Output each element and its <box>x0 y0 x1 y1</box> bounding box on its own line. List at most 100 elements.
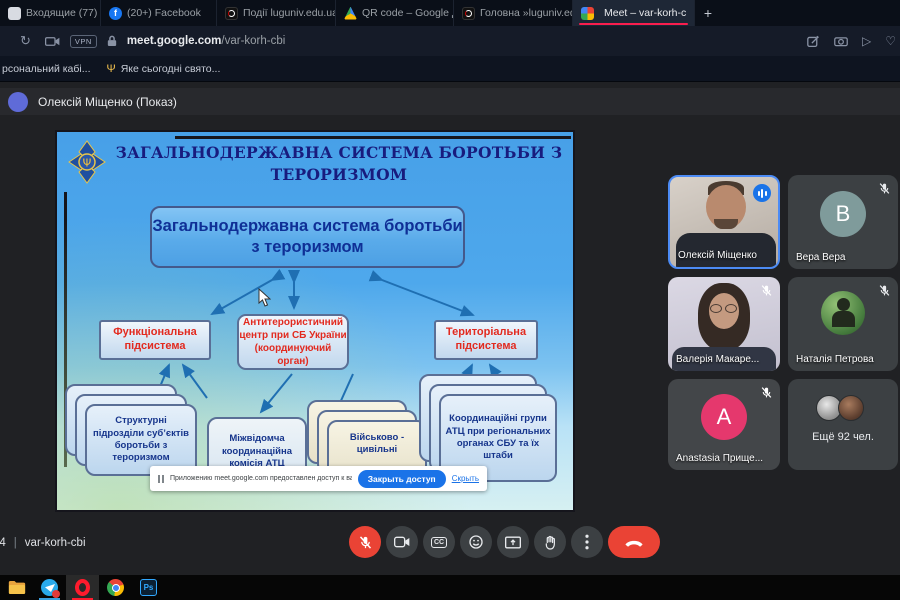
active-tab-indicator <box>579 22 688 25</box>
ps-icon: Ps <box>140 579 157 596</box>
bookmark-cabinet[interactable]: рсональний кабі... <box>2 63 91 75</box>
tab-label: Головна »luguniv.edu.ua <box>480 7 572 19</box>
glasses-icon <box>725 304 737 313</box>
compose-icon[interactable] <box>807 35 820 48</box>
participant-tile-oleksii[interactable]: Олексій Міщенко <box>668 175 780 269</box>
reload-icon[interactable]: ↻ <box>20 33 31 49</box>
participants-overflow-tile[interactable]: Ещё 92 чел. <box>788 379 898 470</box>
taskbar: Ps ^ <box>0 575 900 600</box>
mic-toggle-button[interactable] <box>349 526 381 558</box>
mouse-cursor <box>258 288 271 307</box>
raise-hand-button[interactable] <box>534 526 566 558</box>
tab-label: (20+) Facebook <box>127 7 201 19</box>
clock-text: 44 <box>0 537 6 549</box>
presenter-avatar <box>8 91 28 112</box>
participant-tile-valeriia[interactable]: Валерія Макаре... <box>668 277 780 371</box>
tab-label: Входящие (77) - Inu.press <box>26 7 100 19</box>
facebook-icon: f <box>109 6 122 20</box>
slide-box-functional: Функціональна підсистема <box>99 320 211 360</box>
presenter-name: Олексій Міщенко (Показ) <box>38 94 177 109</box>
hand-icon <box>545 535 555 550</box>
taskbar-explorer-icon[interactable] <box>0 575 33 600</box>
end-call-icon <box>625 540 643 547</box>
tab-drive[interactable]: QR code – Google Диск <box>336 0 454 26</box>
slide-box-territorial: Територіальна підсистема <box>434 320 538 360</box>
tab-label: Meet – var-korh-c <box>604 7 687 19</box>
participant-name: Валерія Макаре... <box>676 354 760 365</box>
meet-main-area: Олексій Міщенко (Показ) Ψ ЗАГАЛЬНОДЕРЖАВ… <box>0 82 900 575</box>
avatar-photo <box>838 395 864 421</box>
taskbar-chrome-icon[interactable] <box>99 575 132 600</box>
slide-title: ЗАГАЛЬНОДЕРЖАВНА СИСТЕМА БОРОТЬБИ З ТЕРО… <box>115 143 563 185</box>
participant-tile-vera[interactable]: B Вера Вера <box>788 175 898 269</box>
tab-facebook[interactable]: f (20+) Facebook <box>101 0 217 26</box>
taskbar-photoshop-icon[interactable]: Ps <box>132 575 165 600</box>
reactions-button[interactable] <box>460 526 492 558</box>
tab-meet-active[interactable]: Meet – var-korh-c <box>573 0 695 26</box>
participant-name: Anastasia Прище... <box>676 453 764 464</box>
cc-icon: CC <box>430 536 448 548</box>
mic-off-icon <box>761 285 772 296</box>
meeting-code: var-korh-cbi <box>24 537 86 549</box>
captions-button[interactable]: CC <box>423 526 455 558</box>
speaking-indicator-icon <box>753 184 771 202</box>
tab-holovna[interactable]: Головна »luguniv.edu.ua <box>454 0 573 26</box>
send-to-device-icon[interactable]: ▷ <box>862 34 871 48</box>
participant-tile-nataliia[interactable]: Наталія Петрова <box>788 277 898 371</box>
shared-screen-slide: Ψ ЗАГАЛЬНОДЕРЖАВНА СИСТЕМА БОРОТЬБИ З ТЕ… <box>55 130 575 512</box>
participant-name: Наталія Петрова <box>796 354 874 365</box>
notice-text: Приложению meet.google.com предоставлен … <box>170 475 352 482</box>
tab-label: QR code – Google Диск <box>362 7 453 19</box>
meet-icon <box>581 6 594 20</box>
screen-share-notice: Приложению meet.google.com предоставлен … <box>150 466 487 491</box>
participant-tile-anastasia[interactable]: A Anastasia Прище... <box>668 379 780 470</box>
more-vertical-icon <box>585 534 589 550</box>
camera-toggle-button[interactable] <box>386 526 418 558</box>
overflow-count: Ещё 92 чел. <box>812 431 874 443</box>
mic-off-icon <box>761 387 772 398</box>
mic-off-icon <box>879 285 890 296</box>
url-text[interactable]: meet.google.com/var-korh-cbi <box>127 35 285 47</box>
taskbar-telegram-icon[interactable] <box>33 575 66 600</box>
end-call-button[interactable] <box>608 526 660 558</box>
avatar-initial: A <box>701 394 747 441</box>
mail-favicon <box>8 6 21 20</box>
site-favicon <box>225 6 238 20</box>
present-button[interactable] <box>497 526 529 558</box>
snapshot-icon[interactable] <box>834 35 848 47</box>
mic-off-icon <box>359 535 371 549</box>
bookmark-svyato[interactable]: Яке сьогодні свято... <box>121 63 221 75</box>
person-beard <box>714 219 738 229</box>
tab-podii[interactable]: Події luguniv.edu.ua <box>217 0 336 26</box>
drive-icon <box>344 6 357 20</box>
participant-name: Вера Вера <box>796 252 846 263</box>
mic-off-icon <box>879 183 890 194</box>
call-controls: CC <box>349 526 660 558</box>
glasses-icon <box>710 304 722 313</box>
address-bar: ↻ VPN meet.google.com/var-korh-cbi ▷ ♡ <box>0 26 900 56</box>
avatar-initial: B <box>820 191 866 238</box>
bookmark-heart-icon[interactable]: ♡ <box>885 34 896 48</box>
taskbar-opera-icon[interactable] <box>66 575 99 600</box>
avatar-photo <box>821 291 865 335</box>
emoji-icon <box>469 535 483 549</box>
meeting-info: 44 | var-korh-cbi <box>0 537 86 549</box>
svg-text:Ψ: Ψ <box>83 157 92 170</box>
participant-name: Олексій Міщенко <box>678 250 757 261</box>
hide-notice-link[interactable]: Скрыть <box>452 474 479 483</box>
stop-sharing-button[interactable]: Закрыть доступ <box>357 469 446 488</box>
presenter-banner: Олексій Міщенко (Показ) <box>0 88 900 115</box>
vpn-badge[interactable]: VPN <box>69 34 97 48</box>
camera-icon <box>394 536 410 548</box>
sbu-emblem-icon: Ψ <box>68 140 106 184</box>
bookmarks-bar: рсональний кабі... Ψ Яке сьогодні свято.… <box>0 56 900 82</box>
browser-tab-bar: Входящие (77) - Inu.press f (20+) Facebo… <box>0 0 900 26</box>
new-tab-button[interactable]: + <box>695 0 721 26</box>
camera-permission-icon[interactable] <box>44 36 60 47</box>
slide-box-atc: Антитерористичний центр при СБ України (… <box>237 314 349 370</box>
trident-icon: Ψ <box>106 62 116 75</box>
site-favicon <box>462 6 475 20</box>
tab-mail[interactable]: Входящие (77) - Inu.press <box>0 0 101 26</box>
pause-icon[interactable] <box>158 474 164 483</box>
more-options-button[interactable] <box>571 526 603 558</box>
